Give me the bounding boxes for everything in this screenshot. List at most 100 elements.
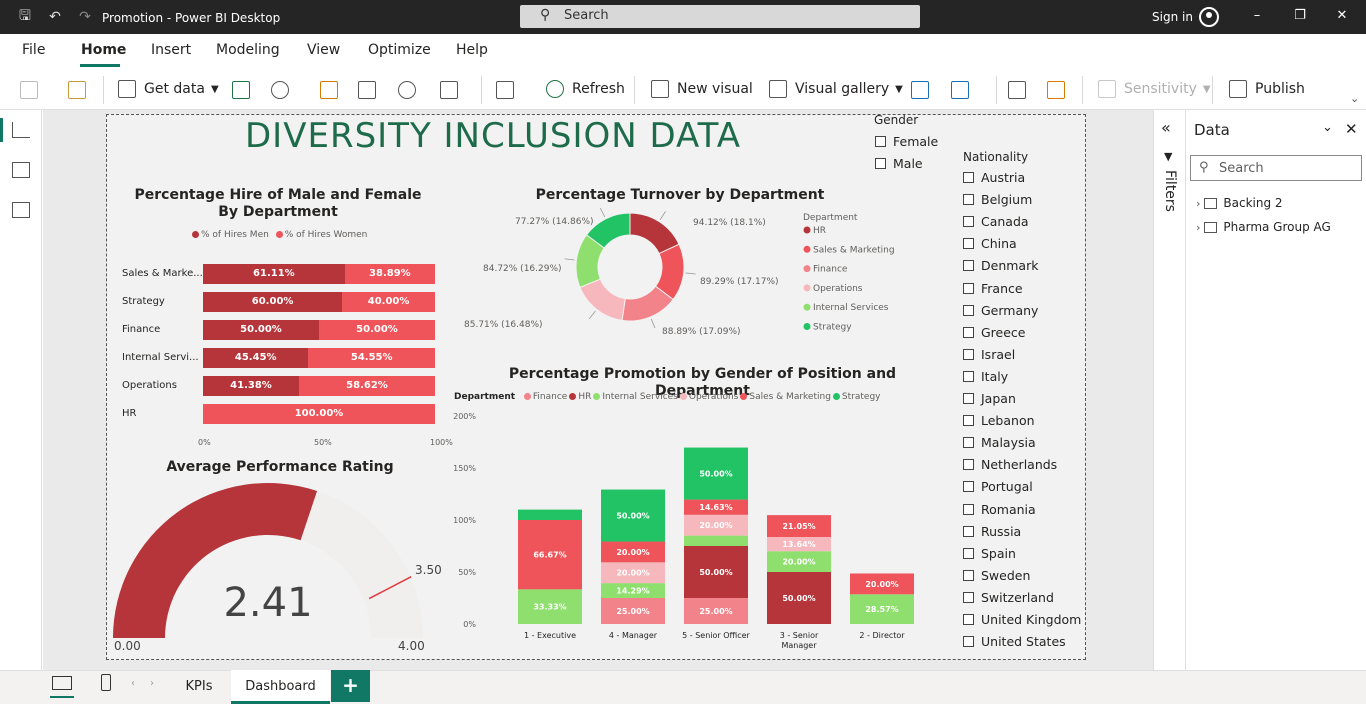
data-search-input[interactable]: ⚲ Search — [1190, 155, 1362, 181]
slicer-item[interactable]: Canada — [963, 214, 1029, 229]
slicer-item[interactable]: Japan — [963, 391, 1016, 406]
promotion-stacked-chart[interactable]: 0% 50% 100% 150% 200% 33.33% 66.67% 1 - Executi… — [450, 405, 950, 660]
slicer-item[interactable]: Portugal — [963, 479, 1033, 494]
menu-home[interactable]: Home — [81, 42, 126, 58]
slicer-item[interactable]: Austria — [963, 170, 1025, 185]
checkbox[interactable] — [963, 591, 974, 603]
checkbox[interactable] — [963, 415, 974, 427]
slicer-item[interactable]: Sweden — [963, 568, 1030, 583]
slicer-item[interactable]: Italy — [963, 369, 1008, 384]
desktop-layout-icon[interactable] — [52, 676, 72, 690]
checkbox[interactable] — [963, 547, 974, 559]
chevron-right-icon[interactable]: › — [1196, 221, 1200, 234]
menu-view[interactable]: View — [307, 42, 340, 58]
checkbox[interactable] — [963, 304, 974, 316]
slicer-item[interactable]: Germany — [963, 303, 1038, 318]
table-item-pharma-group-ag[interactable]: › Pharma Group AG — [1196, 220, 1331, 234]
slicer-item[interactable]: Netherlands — [963, 457, 1057, 472]
report-view-icon[interactable] — [12, 122, 30, 138]
chevron-down-icon[interactable]: ⌄ — [1322, 120, 1333, 135]
checkbox[interactable] — [963, 216, 974, 228]
collapse-filters-icon[interactable]: « — [1161, 118, 1171, 137]
slicer-item[interactable]: Israel — [963, 347, 1015, 362]
checkbox[interactable] — [963, 481, 974, 493]
slicer-item[interactable]: United States — [963, 634, 1066, 649]
menu-insert[interactable]: Insert — [151, 42, 191, 58]
slicer-item[interactable]: Romania — [963, 502, 1036, 517]
paste-icon[interactable] — [20, 81, 38, 99]
menu-modeling[interactable]: Modeling — [216, 42, 280, 58]
chevron-right-icon[interactable]: › — [1196, 197, 1200, 210]
slicer-item[interactable]: Malaysia — [963, 435, 1036, 450]
excel-icon[interactable] — [232, 81, 250, 99]
slicer-item[interactable]: Greece — [963, 325, 1026, 340]
dataverse-icon[interactable] — [398, 81, 416, 99]
enter-data-icon[interactable] — [358, 81, 376, 99]
checkbox[interactable] — [963, 348, 974, 360]
checkbox[interactable] — [963, 437, 974, 449]
table-view-icon[interactable] — [12, 162, 30, 178]
slicer-item[interactable]: Russia — [963, 524, 1021, 539]
menu-file[interactable]: File — [22, 42, 45, 58]
transform-data-icon[interactable] — [496, 81, 514, 99]
model-view-icon[interactable] — [12, 202, 30, 218]
checkbox[interactable] — [963, 569, 974, 581]
checkbox[interactable] — [963, 525, 974, 537]
scroll-right-icon[interactable]: › — [150, 678, 154, 689]
get-data-button[interactable]: Get data ▼ — [118, 80, 219, 98]
slicer-item-female[interactable]: Female — [875, 134, 938, 149]
quick-measure-icon[interactable] — [1047, 81, 1065, 99]
close-pane-icon[interactable]: ✕ — [1345, 120, 1358, 138]
checkbox[interactable] — [963, 393, 974, 404]
slicer-item[interactable]: Belgium — [963, 192, 1032, 207]
close-icon[interactable]: ✕ — [1333, 8, 1351, 26]
new-measure-icon[interactable] — [1008, 81, 1026, 99]
menu-help[interactable]: Help — [456, 42, 488, 58]
checkbox[interactable] — [963, 238, 974, 250]
more-visuals-icon[interactable] — [951, 81, 969, 99]
checkbox[interactable] — [963, 282, 974, 294]
slicer-item[interactable]: Spain — [963, 546, 1016, 561]
collapse-ribbon-icon[interactable]: ⌄ — [1350, 92, 1359, 105]
save-icon[interactable]: 🖫 — [16, 8, 34, 26]
refresh-button[interactable]: Refresh — [546, 80, 625, 98]
checkbox[interactable] — [963, 459, 974, 471]
table-item-backing-2[interactable]: › Backing 2 — [1196, 196, 1283, 210]
redo-icon[interactable]: ↷ — [76, 8, 94, 26]
undo-icon[interactable]: ↶ — [46, 8, 64, 26]
checkbox[interactable] — [875, 136, 886, 147]
visual-gallery-button[interactable]: Visual gallery ▼ — [769, 80, 903, 98]
publish-button[interactable]: Publish — [1229, 80, 1305, 98]
scroll-left-icon[interactable]: ‹ — [131, 678, 135, 689]
sql-server-icon[interactable] — [320, 81, 338, 99]
slicer-item[interactable]: China — [963, 236, 1017, 251]
tab-kpis[interactable]: KPIs — [168, 670, 230, 704]
checkbox[interactable] — [875, 158, 886, 169]
menu-optimize[interactable]: Optimize — [368, 42, 431, 58]
checkbox[interactable] — [963, 503, 974, 515]
tab-dashboard[interactable]: Dashboard — [231, 670, 330, 704]
format-painter-icon[interactable] — [68, 81, 86, 99]
checkbox[interactable] — [963, 636, 974, 648]
add-page-button[interactable]: + — [331, 670, 370, 702]
checkbox[interactable] — [963, 260, 974, 272]
sign-in-link[interactable]: Sign in — [1152, 10, 1193, 24]
sensitivity-button[interactable]: Sensitivity ▼ — [1098, 80, 1211, 98]
checkbox[interactable] — [963, 194, 974, 206]
checkbox[interactable] — [963, 172, 974, 183]
onelake-icon[interactable] — [271, 81, 289, 99]
performance-gauge[interactable]: 2.41 0.00 4.00 3.50 — [108, 478, 448, 658]
checkbox[interactable] — [963, 614, 974, 625]
slicer-item[interactable]: Switzerland — [963, 590, 1054, 605]
account-icon[interactable] — [1199, 7, 1219, 27]
slicer-item[interactable]: Lebanon — [963, 413, 1035, 428]
recent-sources-icon[interactable] — [440, 81, 458, 99]
filters-label[interactable]: Filters — [1162, 170, 1178, 212]
search-box[interactable]: ⚲ Search — [520, 5, 920, 28]
text-box-icon[interactable] — [911, 81, 929, 99]
slicer-item[interactable]: France — [963, 281, 1023, 296]
slicer-item[interactable]: Denmark — [963, 258, 1038, 273]
mobile-layout-icon[interactable] — [101, 674, 111, 691]
slicer-item[interactable]: United Kingdom — [963, 612, 1081, 627]
checkbox[interactable] — [963, 326, 974, 338]
